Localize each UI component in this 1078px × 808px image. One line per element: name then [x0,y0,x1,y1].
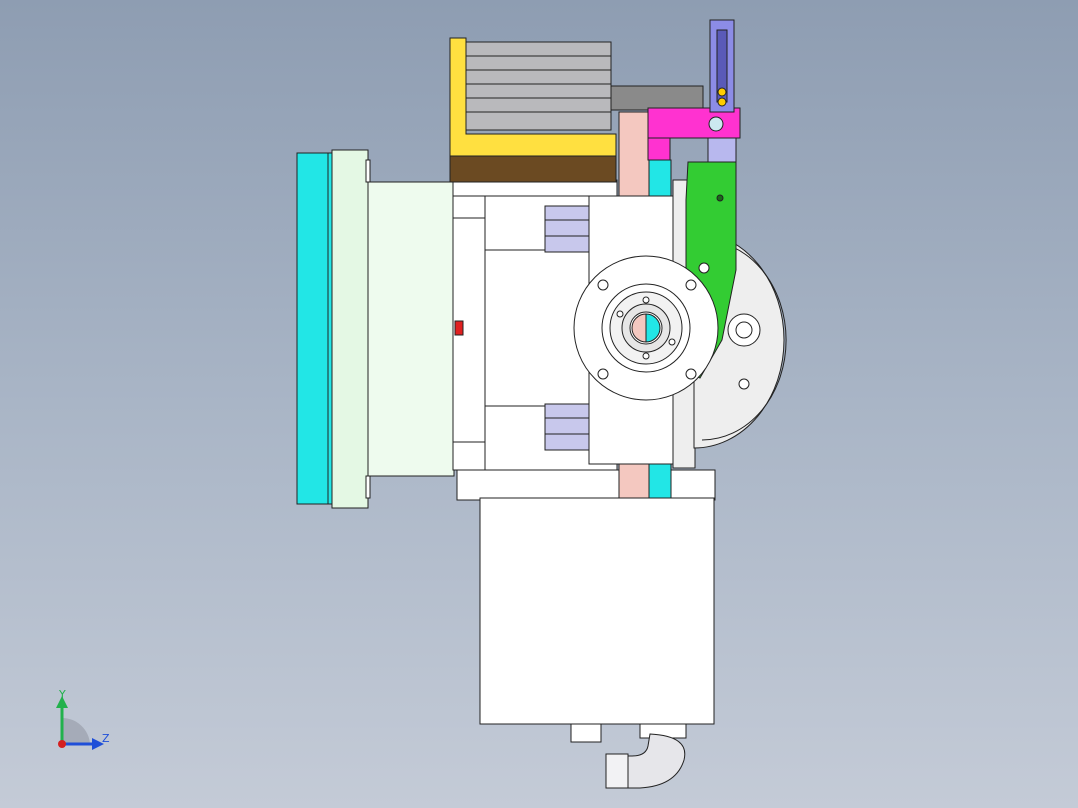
triad-origin [58,740,66,748]
pipe-elbow[interactable] [605,733,686,789]
mounting-flange[interactable] [331,149,455,509]
cad-viewport[interactable]: Y Z [0,0,1078,808]
bolt-stack-lower[interactable] [544,403,590,451]
magenta-actuator-arm[interactable] [647,107,741,163]
lower-motor-body[interactable] [456,469,716,743]
triad-y-label: Y [59,688,66,701]
cad-model-view[interactable] [0,0,1078,808]
output-flange[interactable] [573,255,719,401]
bolt-stack-upper[interactable] [544,205,590,253]
triad-shade [62,717,90,744]
bed-plate[interactable] [296,152,335,505]
brown-block[interactable] [449,155,617,183]
triad-z-label: Z [102,732,110,745]
